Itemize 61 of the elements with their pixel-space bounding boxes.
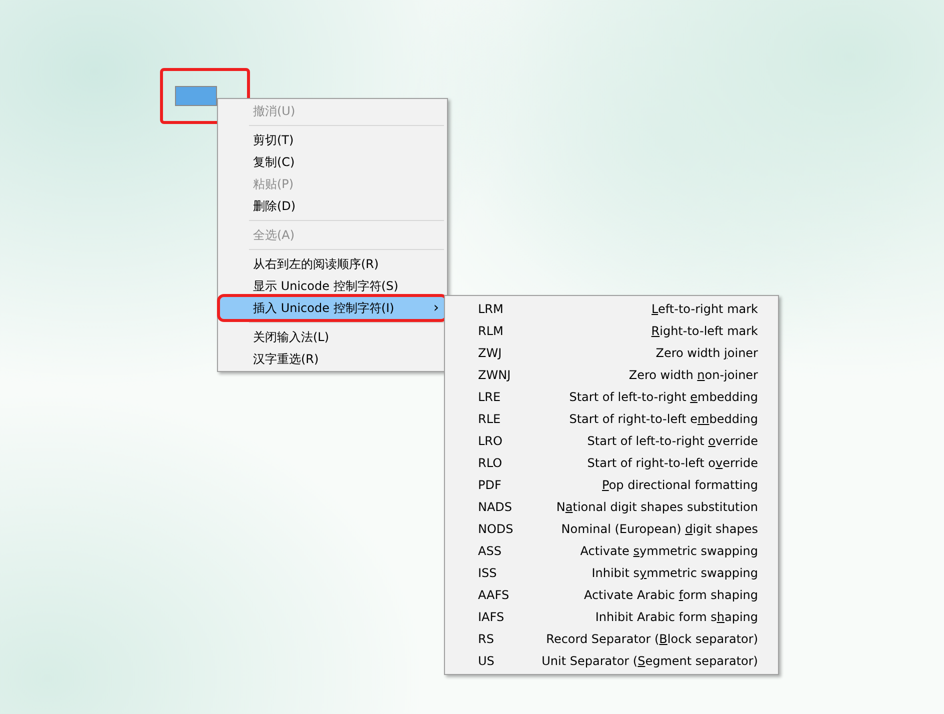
menu-item[interactable]: 汉字重选(R) [220,348,445,370]
menu-item[interactable]: 删除(D) [220,195,445,217]
control-description: Activate Arabic form shaping [582,587,758,604]
chevron-icon: › [433,301,439,315]
control-code: AAFS [478,587,510,604]
submenu-item[interactable]: US Unit Separator (Segment separator) [445,650,778,672]
control-description: Inhibit symmetric swapping [590,565,758,582]
menu-item[interactable]: 复制(C) [220,151,445,173]
menu-item[interactable]: 从右到左的阅读顺序(R) [220,253,445,275]
control-description: Start of left-to-right embedding [568,389,758,406]
control-code: NADS [478,499,514,516]
submenu-item[interactable]: LRO Start of left-to-right override [445,430,778,452]
submenu-item[interactable]: PDF Pop directional formatting [445,474,778,496]
submenu-item[interactable]: LRE Start of left-to-right embedding [445,386,778,408]
control-description: Left-to-right mark [650,301,758,318]
submenu-item[interactable]: LRM Left-to-right mark [445,298,778,320]
submenu-item[interactable]: ZWNJ Zero width non-joiner [445,364,778,386]
control-code: ASS [478,543,502,560]
control-code: ZWNJ [478,367,512,384]
menu-item[interactable]: 关闭输入法(L) [220,326,445,348]
control-code: RLM [478,323,504,340]
control-code: LRO [478,433,504,450]
submenu-item[interactable]: IAFS Inhibit Arabic form shaping [445,606,778,628]
control-description: Start of left-to-right override [586,433,758,450]
submenu-item[interactable]: NADS National digit shapes substitution [445,496,778,518]
control-code: US [478,653,496,670]
control-code: ISS [478,565,498,582]
submenu-item[interactable]: RLE Start of right-to-left embedding [445,408,778,430]
control-code: LRM [478,301,504,318]
control-code: IAFS [478,609,506,626]
submenu-item[interactable]: ISS Inhibit symmetric swapping [445,562,778,584]
control-code: RLO [478,455,504,472]
submenu-item[interactable]: AAFS Activate Arabic form shaping [445,584,778,606]
control-code: RLE [478,411,502,428]
submenu-item[interactable]: RS Record Separator (Block separator) [445,628,778,650]
control-description: Nominal (European) digit shapes [560,521,758,538]
control-description: Activate symmetric swapping [579,543,758,560]
text-selection[interactable] [175,86,217,106]
control-description: Inhibit Arabic form shaping [594,609,758,626]
submenu-item[interactable]: RLO Start of right-to-left override [445,452,778,474]
menu-item[interactable]: 剪切(T) [220,129,445,151]
menu-item[interactable]: 显示 Unicode 控制字符(S) [220,275,445,297]
control-description: Zero width joiner [654,345,758,362]
control-code: ZWJ [478,345,503,362]
control-description: Zero width non-joiner [628,367,758,384]
menu-item[interactable]: 插入 Unicode 控制字符(I) › [220,297,445,319]
control-code: LRE [478,389,502,406]
control-description: Pop directional formatting [601,477,758,494]
submenu-item[interactable]: ASS Activate symmetric swapping [445,540,778,562]
submenu-item[interactable]: ZWJ Zero width joiner [445,342,778,364]
control-description: National digit shapes substitution [555,499,758,516]
control-description: Start of right-to-left override [586,455,758,472]
submenu-item[interactable]: NODS Nominal (European) digit shapes [445,518,778,540]
submenu-item[interactable]: RLM Right-to-left mark [445,320,778,342]
control-description: Right-to-left mark [650,323,758,340]
control-description: Start of right-to-left embedding [568,411,758,428]
control-code: NODS [478,521,514,538]
control-description: Record Separator (Block separator) [545,631,758,648]
control-description: Unit Separator (Segment separator) [540,653,758,670]
control-code: RS [478,631,495,648]
control-code: PDF [478,477,502,494]
